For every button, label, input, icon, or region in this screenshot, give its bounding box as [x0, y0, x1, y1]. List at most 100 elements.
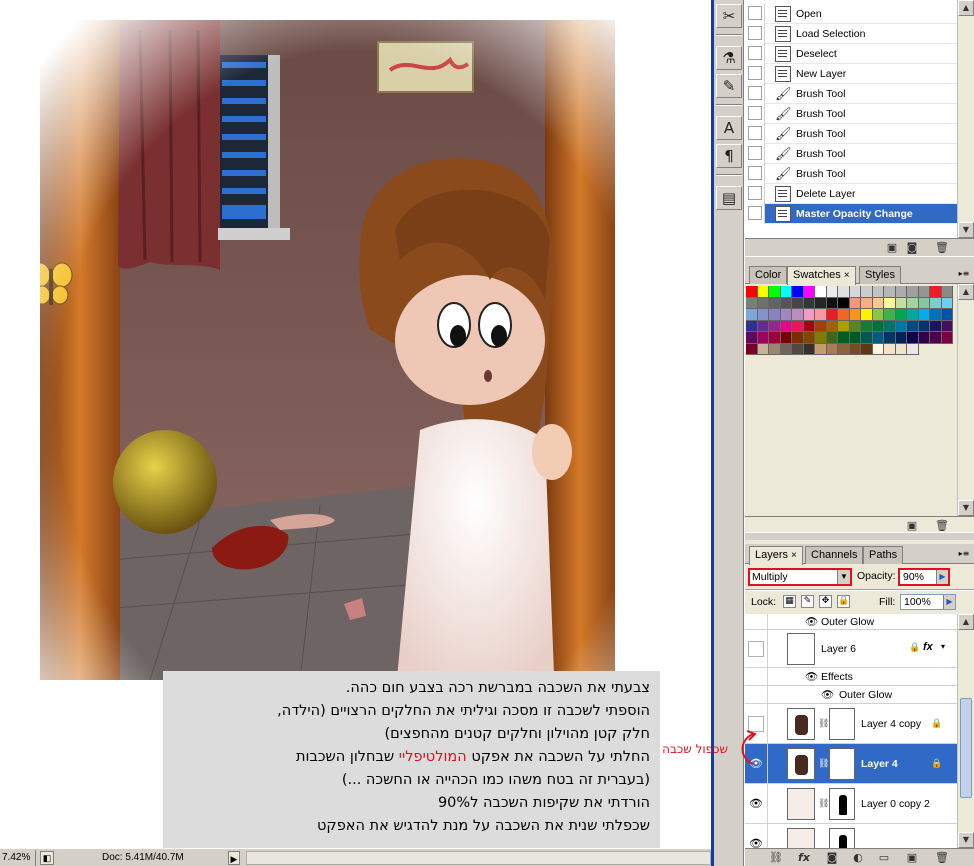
clone-source-icon[interactable]: ⚗: [716, 46, 742, 70]
color-swatch[interactable]: [815, 309, 827, 321]
color-swatch[interactable]: [861, 286, 873, 298]
color-swatch[interactable]: [838, 320, 850, 332]
fx-icon[interactable]: fx: [797, 851, 811, 864]
history-brush-source[interactable]: [745, 83, 765, 104]
color-swatch[interactable]: [803, 320, 815, 332]
status-menu-arrow-icon[interactable]: ▶: [228, 850, 240, 865]
color-swatch[interactable]: [930, 297, 942, 309]
color-swatch[interactable]: [792, 332, 804, 344]
eye-icon[interactable]: 👁: [748, 796, 764, 812]
tab-channels[interactable]: Channels: [805, 546, 864, 564]
scroll-up-icon[interactable]: ▲: [958, 0, 974, 16]
color-swatch[interactable]: [757, 320, 769, 332]
history-brush-source[interactable]: [745, 163, 765, 184]
history-brush-source[interactable]: [745, 183, 765, 204]
link-icon[interactable]: ⛓: [818, 758, 829, 769]
document-canvas[interactable]: צבעתי את השכבה במברשת רכה בצבע חום כהה. …: [0, 0, 711, 848]
new-layer-icon[interactable]: ▣: [905, 851, 919, 864]
color-swatch[interactable]: [918, 320, 930, 332]
blend-mode-select[interactable]: Multiply ▼: [748, 568, 852, 586]
color-swatch[interactable]: [769, 297, 781, 309]
color-swatch[interactable]: [907, 332, 919, 344]
history-brush-source[interactable]: [745, 3, 765, 24]
scroll-up-icon[interactable]: ▲: [958, 284, 974, 300]
history-brush-source[interactable]: [745, 63, 765, 84]
color-swatch[interactable]: [780, 320, 792, 332]
chevron-right-icon[interactable]: ▶: [936, 570, 948, 584]
color-swatch[interactable]: [918, 297, 930, 309]
checkbox[interactable]: [748, 185, 762, 200]
checkbox[interactable]: [748, 125, 762, 140]
color-swatch[interactable]: [815, 320, 827, 332]
layer-effects-row[interactable]: 👁 Effects: [745, 668, 957, 686]
tab-swatches[interactable]: Swatches ×: [787, 266, 856, 285]
history-state[interactable]: 🖌 Brush Tool: [745, 83, 957, 104]
color-swatch[interactable]: [792, 297, 804, 309]
color-swatch[interactable]: [861, 297, 873, 309]
zoom-level[interactable]: 7.42%: [0, 849, 36, 866]
color-swatch[interactable]: [861, 343, 873, 355]
history-state[interactable]: Deselect: [745, 43, 957, 64]
eye-icon[interactable]: 👁: [821, 688, 834, 701]
color-swatch[interactable]: [757, 297, 769, 309]
color-swatch[interactable]: [941, 297, 953, 309]
color-swatch[interactable]: [792, 309, 804, 321]
checkbox[interactable]: [748, 105, 762, 120]
color-swatch[interactable]: [815, 286, 827, 298]
checkbox[interactable]: [748, 5, 762, 20]
color-swatch[interactable]: [849, 286, 861, 298]
color-swatch[interactable]: [895, 286, 907, 298]
color-swatch[interactable]: [792, 343, 804, 355]
color-swatch[interactable]: [895, 309, 907, 321]
close-icon[interactable]: ×: [791, 550, 797, 561]
color-swatch[interactable]: [930, 320, 942, 332]
color-swatch[interactable]: [849, 297, 861, 309]
tools-icon[interactable]: ✂: [716, 4, 742, 28]
link-icon[interactable]: ⛓: [818, 798, 829, 809]
color-swatch[interactable]: [757, 309, 769, 321]
color-swatch[interactable]: [895, 343, 907, 355]
scroll-down-icon[interactable]: ▼: [958, 222, 974, 238]
color-swatch[interactable]: [757, 343, 769, 355]
layer-mask-thumbnail[interactable]: [829, 788, 855, 820]
layer-mask-thumbnail[interactable]: [829, 828, 855, 848]
color-swatch[interactable]: [849, 320, 861, 332]
checkbox[interactable]: [748, 165, 762, 180]
color-swatch[interactable]: [872, 332, 884, 344]
layer-mask-thumbnail[interactable]: [829, 748, 855, 780]
panel-grip[interactable]: [745, 532, 974, 540]
color-swatch[interactable]: [918, 332, 930, 344]
color-swatch[interactable]: [780, 343, 792, 355]
color-swatch[interactable]: [803, 343, 815, 355]
color-swatch[interactable]: [941, 320, 953, 332]
new-document-from-state-icon[interactable]: ▣: [885, 241, 899, 254]
panel-menu-icon[interactable]: ▸≡: [958, 268, 970, 280]
color-swatch[interactable]: [769, 286, 781, 298]
color-swatch[interactable]: [838, 297, 850, 309]
panel-menu-icon[interactable]: ▸≡: [958, 548, 970, 560]
color-swatch[interactable]: [815, 343, 827, 355]
swatches-scrollbar[interactable]: ▲ ▼: [957, 284, 974, 516]
checkbox[interactable]: [748, 25, 762, 40]
color-swatch[interactable]: [849, 309, 861, 321]
color-swatch[interactable]: [746, 343, 758, 355]
color-swatch[interactable]: [746, 332, 758, 344]
link-layers-icon[interactable]: ⛓: [769, 851, 783, 864]
color-swatch[interactable]: [826, 286, 838, 298]
history-brush-source[interactable]: [745, 203, 765, 224]
horizontal-scrollbar[interactable]: [246, 850, 711, 865]
color-swatch[interactable]: [826, 320, 838, 332]
paragraph-icon[interactable]: ¶: [716, 144, 742, 168]
layer-row[interactable]: Layer 6 🔒 fx ▾: [745, 630, 957, 668]
color-swatch[interactable]: [780, 286, 792, 298]
history-state[interactable]: 🖌 Brush Tool: [745, 163, 957, 184]
brush-preset-icon[interactable]: ✎: [716, 74, 742, 98]
link-icon[interactable]: ⛓: [818, 718, 829, 729]
color-swatch[interactable]: [907, 320, 919, 332]
notes-icon[interactable]: ▤: [716, 186, 742, 210]
color-swatch[interactable]: [895, 332, 907, 344]
scroll-down-icon[interactable]: ▼: [958, 832, 974, 848]
layer-row[interactable]: ⛓ Layer 4 copy 🔒: [745, 704, 957, 744]
color-swatch[interactable]: [803, 297, 815, 309]
color-swatch[interactable]: [769, 309, 781, 321]
